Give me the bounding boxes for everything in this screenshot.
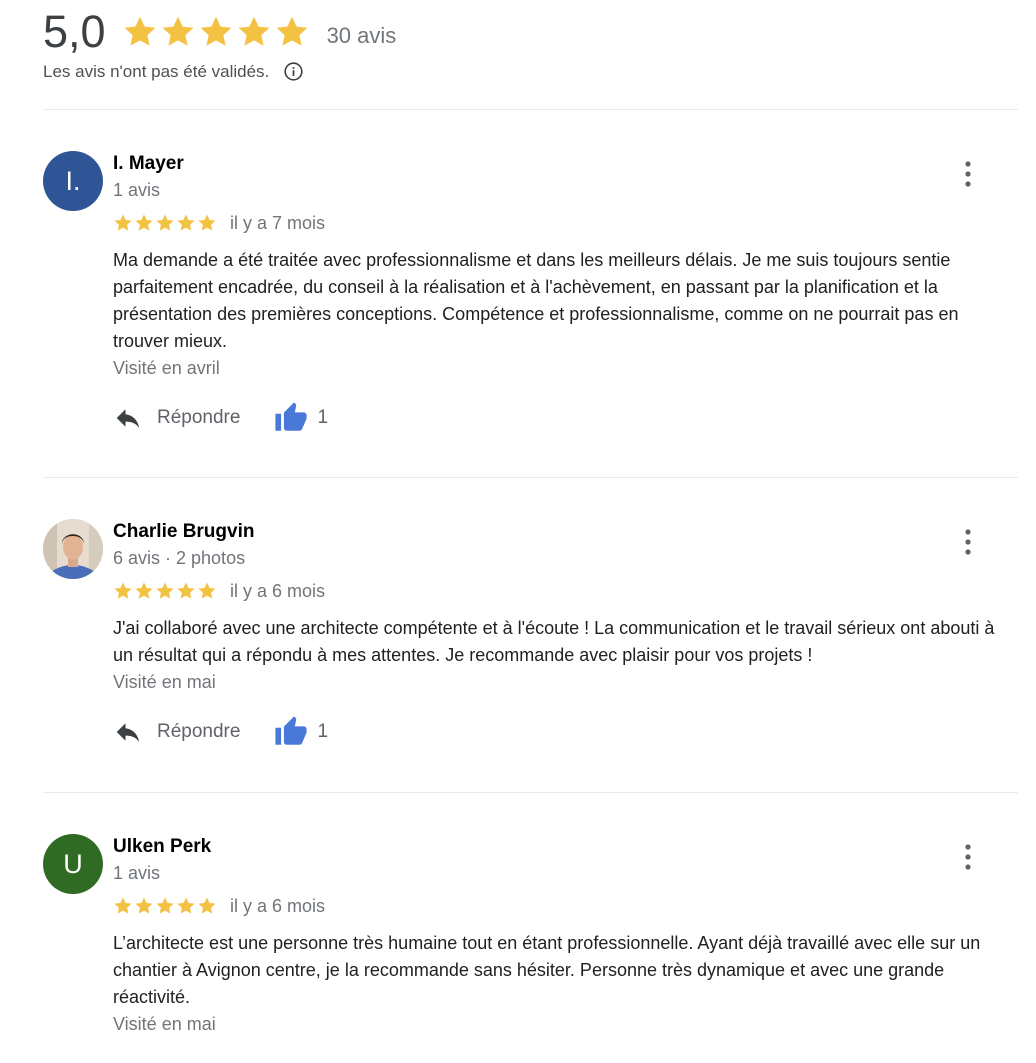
- thumbs-up-icon: [275, 716, 308, 745]
- more-options-icon[interactable]: [956, 159, 980, 189]
- divider: [43, 477, 1018, 478]
- average-rating: 5,0: [43, 6, 106, 57]
- visit-date: Visité en mai: [113, 672, 216, 692]
- reply-button[interactable]: Répondre: [113, 717, 240, 747]
- reviewer-meta: 6 avis · 2 photos: [113, 548, 246, 568]
- star-icon: [177, 582, 195, 599]
- review-text: Ma demande a été traitée avec profession…: [113, 250, 959, 351]
- star-icon: [114, 582, 132, 599]
- reviews-disclaimer: Les avis n'ont pas été validés.: [43, 61, 396, 82]
- reviewer-name[interactable]: Charlie Brugvin: [113, 519, 1018, 545]
- reply-icon: [116, 409, 140, 428]
- review-stars: [113, 213, 217, 233]
- divider: [43, 792, 1018, 793]
- star-icon: [135, 897, 153, 914]
- star-icon: [135, 214, 153, 231]
- star-icon: [156, 897, 174, 914]
- reviewer-name[interactable]: I. Mayer: [113, 151, 1018, 177]
- star-icon: [156, 214, 174, 231]
- review-time: il y a 7 mois: [230, 212, 326, 233]
- star-icon: [198, 582, 216, 599]
- like-button[interactable]: 1: [273, 715, 328, 749]
- thumbs-up-icon: [275, 402, 308, 431]
- reply-button[interactable]: Répondre: [113, 403, 240, 433]
- like-button[interactable]: 1: [273, 401, 328, 435]
- avatar-letter: U: [63, 848, 83, 879]
- star-icon: [276, 16, 308, 46]
- star-icon: [177, 897, 195, 914]
- star-icon: [198, 214, 216, 231]
- review-text: J'ai collaboré avec une architecte compé…: [113, 618, 995, 665]
- reply-icon: [116, 723, 140, 742]
- review-stars: [113, 581, 217, 601]
- like-count: 1: [317, 721, 329, 742]
- star-icon: [156, 582, 174, 599]
- disclaimer-text: Les avis n'ont pas été validés.: [43, 61, 270, 81]
- avatar-letter: I.: [65, 165, 81, 196]
- reply-label: Répondre: [157, 721, 241, 742]
- star-icon: [135, 582, 153, 599]
- review-time: il y a 6 mois: [230, 580, 326, 601]
- star-icon: [200, 16, 232, 46]
- reviewer-name[interactable]: Ulken Perk: [113, 834, 1018, 860]
- review-stars: [113, 896, 217, 916]
- avatar[interactable]: [43, 519, 103, 579]
- reply-label: Répondre: [157, 407, 241, 428]
- rating-summary: 5,0 30 avis Les avis n'ont pas été valid…: [43, 4, 396, 82]
- star-icon: [198, 897, 216, 914]
- visit-date: Visité en mai: [113, 1014, 216, 1034]
- profile-photo: [43, 519, 103, 579]
- reviewer-meta: 1 avis: [113, 863, 161, 883]
- review-time: il y a 6 mois: [230, 895, 326, 916]
- average-stars: [122, 14, 310, 50]
- more-options-icon[interactable]: [956, 527, 980, 557]
- star-icon: [162, 16, 194, 46]
- avatar[interactable]: U: [43, 834, 103, 894]
- divider: [43, 109, 1018, 110]
- star-icon: [114, 897, 132, 914]
- total-reviews-count[interactable]: 30 avis: [327, 23, 397, 49]
- avatar[interactable]: I.: [43, 151, 103, 211]
- info-icon[interactable]: [283, 61, 304, 82]
- more-options-icon[interactable]: [956, 842, 980, 872]
- star-icon: [114, 214, 132, 231]
- reviewer-meta: 1 avis: [113, 180, 161, 200]
- review-text: L’architecte est une personne très humai…: [113, 933, 981, 1007]
- star-icon: [238, 16, 270, 46]
- star-icon: [124, 16, 156, 46]
- star-icon: [177, 214, 195, 231]
- like-count: 1: [317, 407, 329, 428]
- visit-date: Visité en avril: [113, 358, 220, 378]
